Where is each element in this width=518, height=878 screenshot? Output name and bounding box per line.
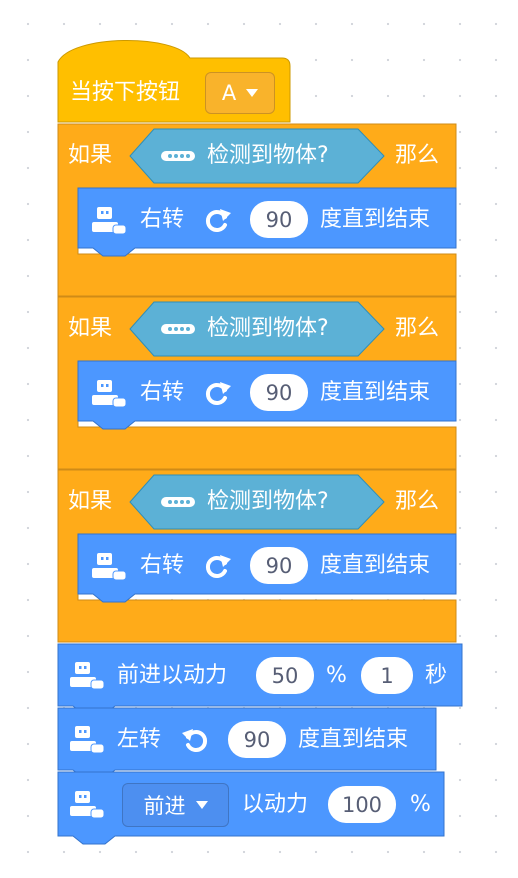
- robot-icon: [92, 380, 127, 408]
- turn-degree-input[interactable]: 90: [228, 721, 286, 758]
- power-input[interactable]: 50: [256, 657, 314, 694]
- turn-suffix-label: 度直到结束: [320, 380, 431, 405]
- turn-right-label: 右转: [140, 553, 185, 578]
- caret-down-icon: [246, 89, 259, 97]
- seconds-unit-label: 秒: [425, 663, 448, 688]
- turn-suffix-label: 度直到结束: [320, 207, 431, 232]
- condition-label: 检测到物体?: [207, 489, 329, 514]
- power-input[interactable]: 100: [328, 786, 396, 823]
- sensor-icon: [161, 497, 195, 507]
- move-power-label: 以动力: [242, 792, 309, 817]
- button-select-dropdown[interactable]: A: [205, 72, 275, 114]
- turn-suffix-label: 度直到结束: [320, 553, 431, 578]
- turn-left-label: 左转: [117, 727, 162, 752]
- seconds-input[interactable]: 1: [361, 657, 413, 694]
- robot-icon: [70, 791, 105, 819]
- turn-right-icon: [205, 555, 231, 578]
- percent-label: %: [410, 792, 431, 817]
- turn-left-icon: [182, 729, 208, 752]
- then-label: 那么: [395, 489, 440, 514]
- turn-right-icon: [205, 209, 231, 232]
- if-label: 如果: [68, 143, 113, 168]
- direction-value: 前进: [143, 794, 186, 818]
- condition-label: 检测到物体?: [207, 316, 329, 341]
- percent-label: %: [326, 663, 347, 688]
- sensor-icon: [161, 324, 195, 334]
- condition-label: 检测到物体?: [207, 143, 329, 168]
- hat-label: 当按下按钮: [70, 80, 181, 105]
- direction-dropdown[interactable]: 前进: [122, 783, 229, 827]
- button-select-value: A: [221, 81, 237, 105]
- turn-right-icon: [205, 382, 231, 405]
- if-label: 如果: [68, 316, 113, 341]
- turn-right-label: 右转: [140, 380, 185, 405]
- turn-degree-input[interactable]: 90: [250, 374, 308, 411]
- robot-icon: [70, 726, 105, 754]
- robot-icon: [70, 662, 105, 690]
- robot-icon: [92, 553, 127, 581]
- turn-right-label: 右转: [140, 207, 185, 232]
- sensor-icon: [161, 151, 195, 161]
- if-label: 如果: [68, 489, 113, 514]
- turn-degree-input[interactable]: 90: [250, 201, 308, 238]
- then-label: 那么: [395, 316, 440, 341]
- then-label: 那么: [395, 143, 440, 168]
- turn-suffix-label: 度直到结束: [298, 727, 409, 752]
- forward-power-label: 前进以动力: [117, 663, 228, 688]
- caret-down-icon: [195, 801, 208, 809]
- turn-degree-input[interactable]: 90: [250, 547, 308, 584]
- robot-icon: [92, 207, 127, 235]
